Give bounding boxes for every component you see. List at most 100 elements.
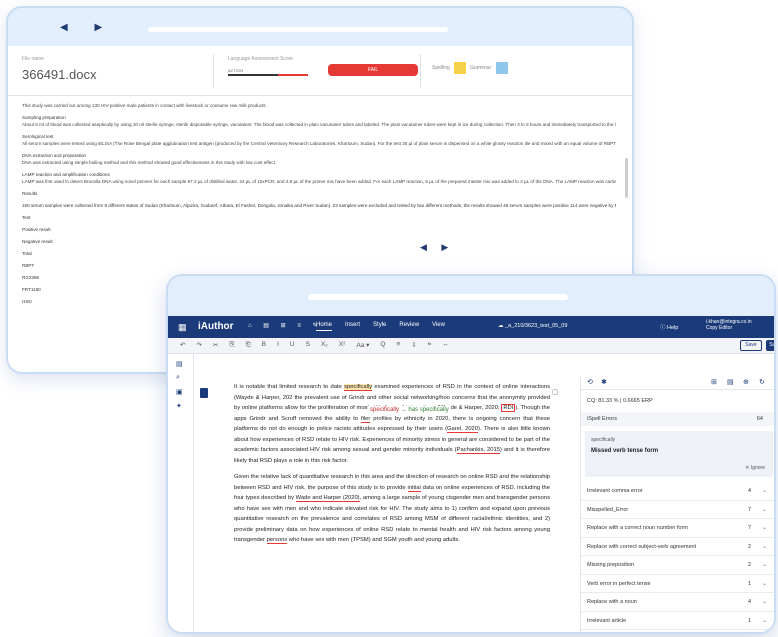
menu-view[interactable]: View [432,322,445,331]
error-category-row[interactable]: Replace with a noun 4 ⌄ [581,593,774,612]
error-category-row[interactable]: Replace with correct subject-verb agreem… [581,538,774,556]
ispell-header[interactable]: iSpell Errors 64 [581,412,774,426]
toolbar-button[interactable]: ❝ [428,341,432,349]
flagged-word[interactable]: persons [266,537,288,544]
chevron-down-icon[interactable]: ⌄ [762,487,767,494]
chevron-down-icon[interactable]: ⌄ [762,506,767,513]
citation[interactable]: Pachankis, 2015 [456,447,500,454]
report-heading: Serological test [22,134,54,139]
suggestion-card[interactable]: specifically Missed verb tense form ✕ Ig… [585,431,773,477]
screenshot-composite: ◀ ▶ File name 366491.docx Language Asses… [0,0,778,637]
toolbar-button[interactable]: ↶ [180,341,185,349]
toolbar-button[interactable]: ⇩ [411,341,416,349]
error-category-row[interactable]: Missing preposition 2 ⌄ [581,556,774,575]
pin-icon[interactable]: ✦ [176,402,182,410]
report-heading: Negative result [22,239,53,244]
toolbar-button[interactable]: ✂ [213,341,218,349]
editor-toolbar: ↶ ↷ ✂ ⎘ ⎗ B I U S X₂ X² Aa ▾ Q ≡ ⇩ ❝ ↔ Save Submit [168,338,774,354]
toolbar-button[interactable]: U [290,341,295,349]
panel-tab-icon[interactable]: ✱ [601,378,607,386]
front-address-bar[interactable] [308,294,568,300]
ignore-button[interactable]: ✕ Ignore [745,465,765,471]
back-address-bar[interactable] [148,27,448,32]
report-heading: Test [22,215,31,220]
help-button[interactable]: ⓘ Help [660,323,678,331]
error-category-count: 2 [747,543,751,550]
book-icon[interactable]: ▣ [176,388,183,396]
error-category-count: 7 [747,506,751,513]
menu-style[interactable]: Style [373,322,386,331]
toolbar-button[interactable]: S [306,341,310,349]
toolbar-button[interactable]: B [262,341,266,349]
main-menu: Home Insert Style Review View [316,322,445,331]
chevron-down-icon[interactable]: ⌄ [762,580,767,587]
suggestion-replacement[interactable]: has specifically [408,407,448,413]
apps-grid-icon[interactable]: ▦ [178,322,187,333]
left-rail: ▤ ⌕ ▣ ✦ [168,354,194,632]
toolbar-button[interactable]: ≡ [396,341,400,349]
toolbar-button[interactable]: X² [339,341,346,349]
citation[interactable]: Wade and Harper (2020) [295,495,360,502]
panel-tab-icon[interactable]: ⟲ [587,378,593,386]
panel-tab-icon[interactable]: ⊕ [743,378,749,386]
report-heading: Positive result [22,227,51,232]
report-heading: LAMP reaction and amplification conditio… [22,172,110,177]
suggestion-popup[interactable]: specifically → has specifically [368,406,451,414]
document-icon[interactable] [200,388,208,398]
citation[interactable]: Garel, 2020 [447,426,479,433]
error-category-row[interactable]: Irrelevant article 1 ⌄ [581,612,774,630]
error-category-label: Replace with a correct noun number form [587,525,688,531]
user-info[interactable]: i.khan@integra.co.in Copy Editor [706,319,752,331]
paragraph: Given the relative lack of quantitative … [234,474,551,544]
report-heading: Total [22,251,32,256]
menu-insert[interactable]: Insert [345,322,360,331]
scroll-arrows[interactable]: ◀ ▶ [420,242,454,253]
review-panel: ⟲ ✱ ⊞ ▤ ⊕ ↻ CQ: 81.33 % | 0.6665 ERP iSp… [580,376,774,632]
toolbar-button[interactable]: ⎗ [246,341,251,349]
flagged-word[interactable]: initial [407,484,421,492]
error-category-row[interactable]: Irrelevant comma error 4 ⌄ [581,482,774,501]
back-scrollbar[interactable] [625,158,628,198]
report-heading: DNA extraction and preparation [22,153,87,158]
submit-button[interactable]: Submit [766,340,774,351]
search-icon[interactable]: ⌕ [176,374,180,382]
flagged-word[interactable]: specifically [344,384,373,391]
chevron-down-icon[interactable]: ⌄ [762,561,767,568]
toolbar-button[interactable]: X₂ [321,341,328,349]
report-paragraph: About 5 ml of blood was collected asepti… [22,122,616,127]
back-nav-arrows[interactable]: ◀ ▶ [60,22,114,33]
error-category-label: Verb error in perfect tense [587,580,651,587]
error-category-count: 4 [747,599,751,605]
chevron-down-icon[interactable]: ⌄ [762,524,767,531]
toolbar-button[interactable]: ↷ [196,341,201,349]
error-category-row[interactable]: Misspelled_Error 7 ⌄ [581,501,774,519]
list-icon[interactable]: ▤ [176,360,183,368]
toolbar-button[interactable]: ⎘ [229,341,234,349]
toolbar-button[interactable]: I [277,341,279,349]
menu-review[interactable]: Review [399,322,419,331]
panel-tab-icon[interactable]: ▤ [727,378,734,386]
flagged-word[interactable]: filer [360,415,371,423]
language-score-label: Language Assessment Score [228,56,294,62]
header-tool-icons[interactable]: ⌂ ▤ ⊞ ≡ ✎ [248,322,323,329]
save-button[interactable]: Save [740,340,762,351]
toolbar-button[interactable]: Q [380,341,385,349]
file-name: 366491.docx [22,67,97,82]
panel-tab-icon[interactable]: ↻ [759,378,765,386]
chevron-down-icon[interactable]: ⌄ [762,543,767,550]
toolbar-button[interactable]: Aa ▾ [356,341,369,349]
grammar-swatch [496,62,508,74]
ispell-label: iSpell Errors [587,416,617,422]
panel-tab-icon[interactable]: ⊞ [711,378,717,386]
comment-icon[interactable]: ▢ [552,388,559,396]
error-category-count: 2 [747,562,751,568]
menu-home[interactable]: Home [316,322,333,331]
error-category-row[interactable]: Verb error in perfect tense 1 ⌄ [581,575,774,593]
error-category-row[interactable]: Replace with a correct noun number form 7… [581,519,774,538]
chevron-down-icon[interactable]: ⌄ [762,598,767,605]
chevron-down-icon[interactable]: ⌄ [762,617,767,624]
flagged-citation[interactable]: RDI [501,404,516,412]
divider [213,54,214,88]
suggestion-arrow: → [400,407,407,413]
toolbar-button[interactable]: ↔ [442,341,449,349]
